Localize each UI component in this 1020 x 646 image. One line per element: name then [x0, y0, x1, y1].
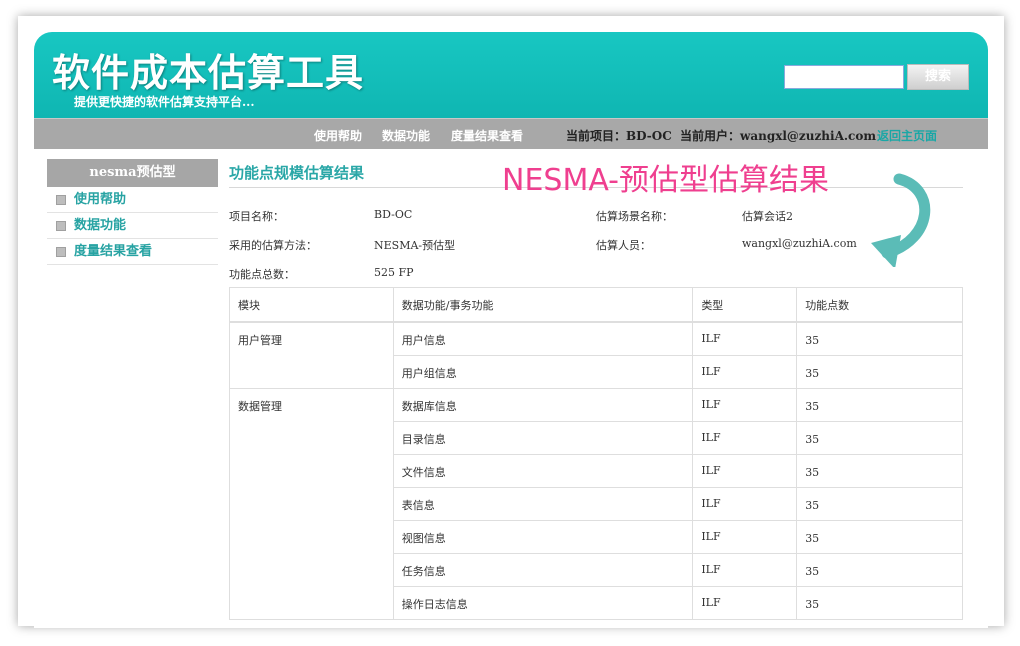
function-cell: 操作日志信息: [392, 585, 694, 620]
sidebar-item-data-function[interactable]: 数据功能: [47, 213, 218, 239]
sidebar-item-label: 数据功能: [74, 218, 127, 233]
col-header-type: 类型: [692, 287, 798, 323]
type-cell: ILF: [692, 420, 798, 455]
sidebar-title: nesma预估型: [47, 159, 218, 187]
search-input[interactable]: [784, 65, 904, 89]
table-row: 数据管理 数据库信息 ILF 35: [229, 387, 963, 620]
header: 软件成本估算工具 提供更快捷的软件估算支持平台... 搜索: [34, 32, 988, 118]
curved-arrow-icon: [871, 173, 931, 267]
estimator-value: wangxl@zuzhiA.com: [742, 237, 857, 250]
type-cell: ILF: [692, 585, 798, 620]
type-cell: ILF: [692, 387, 798, 422]
function-cell: 用户组信息: [392, 354, 694, 389]
sidebar-item-measure-results[interactable]: 度量结果查看: [47, 239, 218, 265]
type-cell: ILF: [692, 321, 798, 356]
app-subtitle: 提供更快捷的软件估算支持平台...: [74, 95, 255, 109]
top-navbar: 使用帮助 数据功能 度量结果查看 当前项目：BD-OC 当前用户：wangxl@…: [34, 118, 988, 149]
sidebar-item-label: 使用帮助: [74, 192, 127, 207]
sidebar-item-label: 度量结果查看: [74, 244, 153, 259]
type-cell: ILF: [692, 552, 798, 587]
square-bullet-icon: [56, 221, 66, 231]
function-cell: 任务信息: [392, 552, 694, 587]
module-cell: 数据管理: [229, 387, 394, 620]
current-user: 当前用户：wangxl@zuzhiA.com: [680, 129, 877, 143]
col-header-module: 模块: [229, 287, 394, 323]
fp-cell: 35: [796, 519, 963, 554]
nav-data-function[interactable]: 数据功能: [382, 127, 430, 144]
function-cell: 用户信息: [392, 321, 694, 356]
project-name-value: BD-OC: [374, 208, 413, 221]
app-window: 软件成本估算工具 提供更快捷的软件估算支持平台... 搜索 使用帮助 数据功能 …: [34, 32, 988, 628]
fp-cell: 35: [796, 354, 963, 389]
nav-help[interactable]: 使用帮助: [314, 127, 362, 144]
estimator-label: 估算人员：: [596, 239, 651, 252]
scenario-value: 估算会话2: [742, 210, 793, 223]
fp-cell: 35: [796, 321, 963, 356]
fp-cell: 35: [796, 486, 963, 521]
total-fp-value: 525 FP: [374, 266, 414, 279]
search-button[interactable]: 搜索: [907, 64, 969, 90]
fp-cell: 35: [796, 585, 963, 620]
total-fp-label: 功能点总数：: [229, 268, 295, 281]
square-bullet-icon: [56, 195, 66, 205]
fp-cell: 35: [796, 387, 963, 422]
page-title: 功能点规模估算结果: [229, 164, 365, 182]
method-label: 采用的估算方法：: [229, 239, 317, 252]
table-row: 用户管理 用户信息 ILF 35: [229, 321, 963, 389]
fp-cell: 35: [796, 420, 963, 455]
function-cell: 数据库信息: [392, 387, 694, 422]
type-cell: ILF: [692, 453, 798, 488]
sidebar-item-help[interactable]: 使用帮助: [47, 187, 218, 213]
annotation-banner: NESMA-预估型估算结果: [502, 163, 830, 198]
function-cell: 表信息: [392, 486, 694, 521]
sidebar: nesma预估型 使用帮助 数据功能 度量结果查看: [47, 159, 218, 265]
project-name-label: 项目名称：: [229, 210, 284, 223]
type-cell: ILF: [692, 486, 798, 521]
table-header-row: 模块 数据功能/事务功能 类型 功能点数: [229, 287, 963, 323]
square-bullet-icon: [56, 247, 66, 257]
results-table: 模块 数据功能/事务功能 类型 功能点数 用户管理 用户信息 ILF 35 用户…: [229, 287, 963, 620]
function-cell: 文件信息: [392, 453, 694, 488]
function-cell: 目录信息: [392, 420, 694, 455]
app-title: 软件成本估算工具: [52, 50, 365, 95]
fp-cell: 35: [796, 552, 963, 587]
col-header-fp: 功能点数: [796, 287, 963, 323]
function-cell: 视图信息: [392, 519, 694, 554]
home-link[interactable]: 返回主页面: [877, 127, 937, 144]
nav-measure-results[interactable]: 度量结果查看: [451, 127, 523, 144]
col-header-function: 数据功能/事务功能: [392, 287, 694, 323]
method-value: NESMA-预估型: [374, 239, 456, 252]
scenario-label: 估算场景名称：: [596, 210, 673, 223]
module-cell: 用户管理: [229, 321, 394, 389]
type-cell: ILF: [692, 354, 798, 389]
type-cell: ILF: [692, 519, 798, 554]
current-project: 当前项目：BD-OC: [566, 129, 672, 143]
fp-cell: 35: [796, 453, 963, 488]
